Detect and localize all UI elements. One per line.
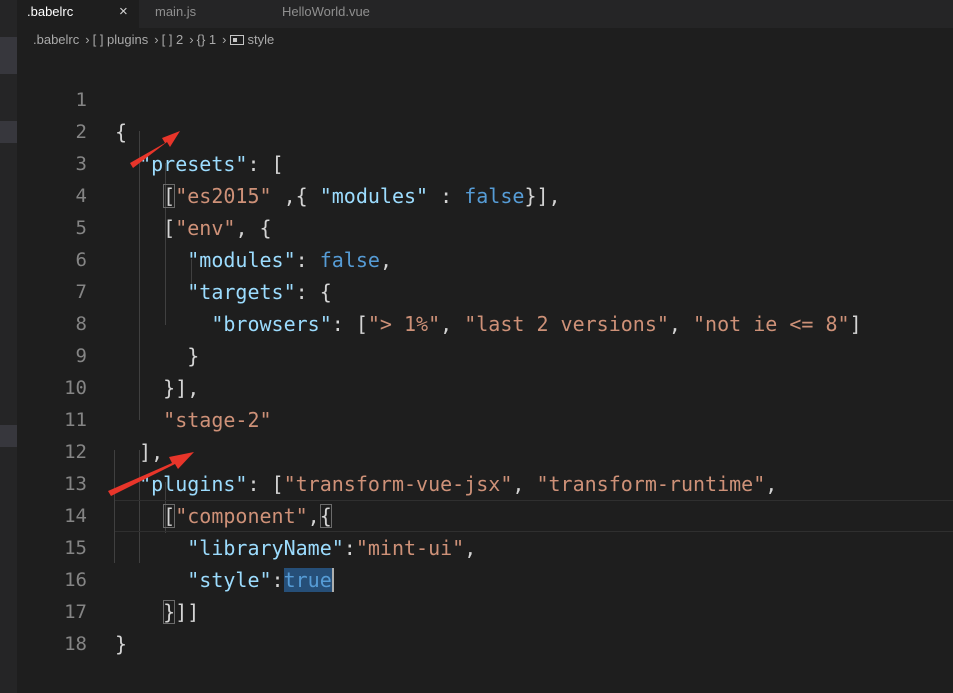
red-arrow-icon xyxy=(130,131,180,168)
annotation-arrows xyxy=(108,131,194,496)
red-arrow-icon xyxy=(108,452,194,496)
